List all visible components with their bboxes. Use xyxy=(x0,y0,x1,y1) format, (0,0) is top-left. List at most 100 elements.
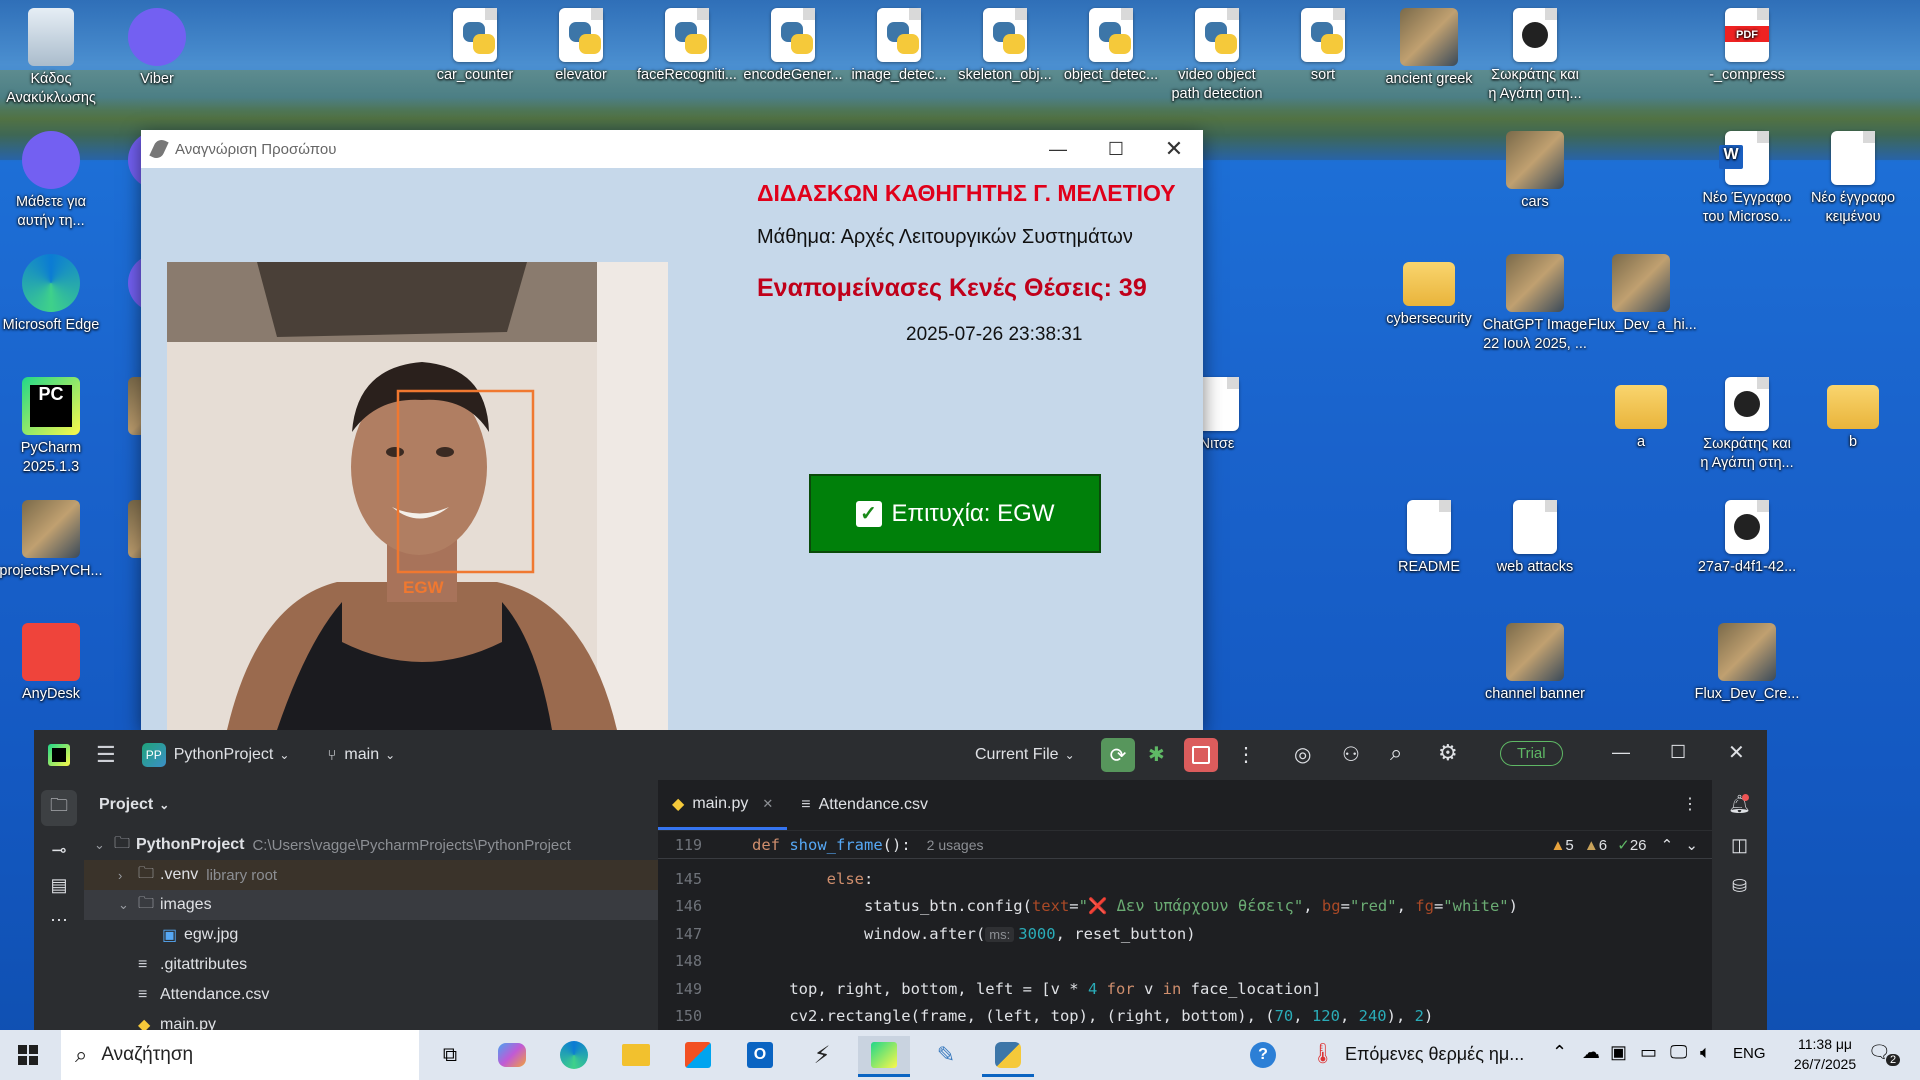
editor-tab[interactable]: ◆ main.py ✕ xyxy=(658,780,788,830)
desktop-icon-cars[interactable]: cars xyxy=(1482,123,1588,212)
run-config-selector[interactable]: Current File ⌄ xyxy=(975,746,1075,764)
desktop-icon-chatgpt_image[interactable]: ChatGPT Image 22 Ιουλ 2025, ... xyxy=(1482,246,1588,354)
tree-row[interactable]: ▣ egw.jpg xyxy=(84,920,690,950)
desktop-icon-a[interactable]: a xyxy=(1588,369,1694,452)
editor-tab[interactable]: ≡ Attendance.csv xyxy=(787,780,942,830)
desktop-icon-anydesk[interactable]: AnyDesk xyxy=(0,615,104,704)
desktop-icon-channel_banner[interactable]: channel banner xyxy=(1482,615,1588,704)
file-explorer-icon[interactable] xyxy=(610,1036,662,1074)
chevron-icon[interactable]: ⌄ xyxy=(94,837,114,853)
desktop-icon-cybersecurity[interactable]: cybersecurity xyxy=(1376,246,1482,329)
code-line[interactable]: 148 xyxy=(658,948,1712,976)
code-area[interactable]: 145 else: 146 status_btn.config(text="❌ Δ… xyxy=(658,859,1712,1030)
desktop-icon-object_detec[interactable]: object_detec... xyxy=(1058,0,1164,85)
project-switcher[interactable]: PP PythonProject ⌄ xyxy=(141,743,289,767)
close-tab-icon[interactable]: ✕ xyxy=(762,796,773,812)
network-icon[interactable]: 🖵︎ xyxy=(1670,1042,1687,1063)
desktop-icon-text_new[interactable]: Νέο έγγραφο κειμένου xyxy=(1800,123,1906,227)
code-line[interactable]: 145 else: xyxy=(658,865,1712,893)
face-recognition-window[interactable]: Αναγνώριση Προσώπου — ☐ ✕ EGW ΔΙΔΑΣΚΩΝ Κ… xyxy=(141,130,1203,730)
weather-text[interactable]: Επόμενες θερμές ημ... xyxy=(1345,1044,1524,1065)
copilot-icon[interactable] xyxy=(486,1036,538,1074)
pen-app-icon[interactable]: ✎ xyxy=(920,1036,972,1074)
tree-row[interactable]: ≡ Attendance.csv xyxy=(84,980,690,1010)
desktop-icon-elevator[interactable]: elevator xyxy=(528,0,634,85)
tree-row[interactable]: › 🗀 .venv library root xyxy=(84,860,690,890)
minimize-button[interactable]: — xyxy=(1029,130,1087,168)
desktop-icon-recycle[interactable]: Κάδος Ανακύκλωσης xyxy=(0,0,104,108)
status-button[interactable]: ✓ Επιτυχία: EGW xyxy=(809,474,1101,553)
more-tools-icon[interactable]: ⋯ xyxy=(41,910,77,931)
desktop-icon-compress[interactable]: PDF -_compress xyxy=(1694,0,1800,85)
desktop-icon-b[interactable]: b xyxy=(1800,369,1906,452)
folder-icon[interactable]: 🗀 xyxy=(41,790,77,826)
close-button[interactable]: ✕ xyxy=(1728,740,1745,765)
volume-icon[interactable]: 🔈︎ xyxy=(1700,1042,1711,1063)
desktop-icon-socrates2[interactable]: Σωκράτης και η Αγάπη στη... xyxy=(1694,369,1800,473)
pycharm-taskbar-icon[interactable] xyxy=(858,1036,910,1077)
microsoft-store-icon[interactable] xyxy=(672,1036,724,1074)
maximize-button[interactable]: ☐ xyxy=(1670,742,1686,763)
more-actions-icon[interactable]: ⋮ xyxy=(1236,742,1256,767)
desktop-icon-encodeGener[interactable]: encodeGener... xyxy=(740,0,846,85)
tree-row[interactable]: ≡ .gitattributes xyxy=(84,950,690,980)
display-icon[interactable]: ▣ xyxy=(1610,1042,1627,1063)
add-user-icon[interactable]: ⚇ xyxy=(1342,742,1360,767)
terminal-icon[interactable]: ⚡︎ xyxy=(796,1036,848,1074)
project-panel-header[interactable]: Project ⌄ xyxy=(84,780,690,830)
task-view-icon[interactable]: ⧉ xyxy=(424,1036,476,1074)
desktop-icon-video27[interactable]: 27a7-d4f1-42... xyxy=(1694,492,1800,577)
desktop-icon-sort[interactable]: sort xyxy=(1270,0,1376,85)
desktop-icon-video_object[interactable]: video object path detection xyxy=(1164,0,1270,104)
tree-row[interactable]: ⌄ 🗀 images xyxy=(84,890,690,920)
window-titlebar[interactable]: Αναγνώριση Προσώπου — ☐ ✕ xyxy=(141,130,1203,168)
branch-switcher[interactable]: ⑂ main ⌄ xyxy=(327,746,395,764)
help-icon[interactable]: ? xyxy=(1250,1042,1276,1068)
clock[interactable]: 11:38 μμ 26/7/2025 xyxy=(1780,1034,1870,1074)
structure-icon[interactable]: ▤ xyxy=(41,875,77,896)
inspections-widget[interactable]: ▲5 ▲6 ✓26 ⌃ ⌄ xyxy=(1550,836,1698,854)
desktop-icon-faceRecogniti[interactable]: faceRecogniti... xyxy=(634,0,740,85)
desktop-icon-readme[interactable]: README xyxy=(1376,492,1482,577)
desktop-icon-car_counter[interactable]: car_counter xyxy=(422,0,528,85)
desktop-icon-viber[interactable]: Viber xyxy=(104,0,210,89)
desktop-icon-pycharm[interactable]: PC PyCharm 2025.1.3 xyxy=(0,369,104,477)
outlook-icon[interactable]: O xyxy=(734,1036,786,1074)
chevron-icon[interactable]: › xyxy=(118,868,138,883)
desktop-icon-image_detec[interactable]: image_detec... xyxy=(846,0,952,85)
desktop-icon-flux1[interactable]: Flux_Dev_a_hi... xyxy=(1588,246,1697,335)
code-line[interactable]: 146 status_btn.config(text="❌ Δεν υπάρχο… xyxy=(658,893,1712,921)
code-line[interactable]: 150 cv2.rectangle(frame, (left, top), (r… xyxy=(658,1003,1712,1031)
language-indicator[interactable]: ENG xyxy=(1733,1045,1766,1062)
desktop-icon-skeleton_obj[interactable]: skeleton_obj... xyxy=(952,0,1058,85)
cloud-icon[interactable]: ☁ xyxy=(1582,1042,1600,1063)
search-icon[interactable]: ⌕ xyxy=(1390,740,1402,766)
pycharm-window[interactable]: ☰ PP PythonProject ⌄ ⑂ main ⌄ Current Fi… xyxy=(34,730,1767,1034)
database-icon[interactable]: ⛁ xyxy=(1712,876,1767,897)
chevron-icon[interactable]: ⌄ xyxy=(118,897,138,913)
code-line[interactable]: 147 window.after(ms: 3000, reset_button) xyxy=(658,920,1712,948)
chevron-up-icon[interactable]: ⌃ xyxy=(1661,837,1674,854)
usages-hint[interactable]: 2 usages xyxy=(927,837,984,853)
start-windows-icon[interactable] xyxy=(18,1045,38,1065)
edge-browser-icon[interactable] xyxy=(548,1036,600,1074)
trial-badge[interactable]: Trial xyxy=(1500,741,1563,766)
battery-icon[interactable]: ▭ xyxy=(1640,1042,1657,1063)
minimize-button[interactable]: — xyxy=(1612,742,1630,763)
desktop-icon-flux2[interactable]: Flux_Dev_Cre... xyxy=(1694,615,1800,704)
rerun-button[interactable]: ⟳ xyxy=(1101,738,1135,772)
chevron-down-icon[interactable]: ⌄ xyxy=(1685,837,1698,854)
main-menu-icon[interactable]: ☰ xyxy=(96,742,116,768)
ai-assistant-icon[interactable]: ◎ xyxy=(1294,742,1311,767)
desktop-icon-learn[interactable]: Μάθετε για αυτήν τη... xyxy=(0,123,104,231)
taskbar-search[interactable]: ⌕ Αναζήτηση xyxy=(61,1030,419,1080)
debug-icon[interactable]: ✱ xyxy=(1148,742,1165,767)
stop-button[interactable] xyxy=(1184,738,1218,772)
notifications-bell-icon[interactable]: 🔔︎ xyxy=(1712,794,1767,815)
settings-gear-icon[interactable]: ⚙ xyxy=(1438,740,1458,766)
code-line[interactable]: 149 top, right, bottom, left = [v * 4 fo… xyxy=(658,975,1712,1003)
ai-chat-icon[interactable]: ◫ xyxy=(1712,835,1767,856)
desktop-icon-projectsPYCH[interactable]: projectsPYCH... xyxy=(0,492,104,581)
desktop-icon-word_new[interactable]: W Νέο Έγγραφο του Microso... xyxy=(1694,123,1800,227)
close-button[interactable]: ✕ xyxy=(1145,130,1203,168)
